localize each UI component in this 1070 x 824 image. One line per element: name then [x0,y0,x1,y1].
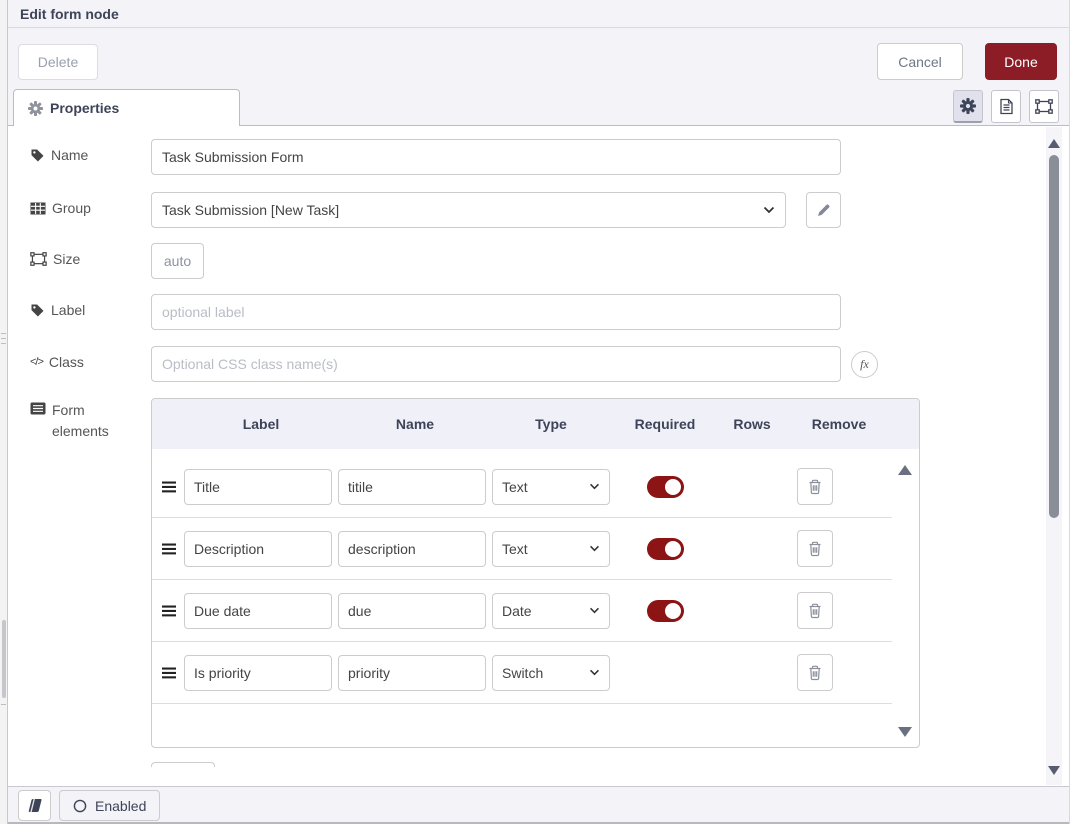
form-elements-table-header: Label Name Type Required Rows Remove [152,399,919,449]
scroll-down-arrow[interactable] [1048,766,1060,775]
drag-handle-icon[interactable] [162,605,184,617]
delete-button[interactable]: Delete [18,44,98,80]
scroll-up-arrow[interactable] [1048,139,1060,148]
object-group-icon [30,252,47,266]
element-name-input[interactable] [338,531,486,567]
trash-icon [808,541,822,557]
tag-icon [30,303,45,318]
remove-element-button[interactable] [797,654,833,691]
trash-icon [808,665,822,681]
form-elements-table: Label Name Type Required Rows Remove Tex… [151,398,920,748]
form-element-row: Switch [152,642,892,704]
drag-handle-icon[interactable] [162,543,184,555]
drag-handle-icon[interactable] [162,667,184,679]
table-icon [30,202,46,215]
column-header-name: Name [338,416,492,432]
workspace-scrollbar-thumb[interactable] [2,620,6,698]
size-auto-button[interactable]: auto [151,243,204,279]
description-tab-button[interactable] [991,90,1021,123]
gear-icon [960,98,976,114]
tab-icon-buttons [953,90,1059,123]
chevron-down-icon [589,669,600,676]
required-toggle[interactable] [647,476,684,498]
tab-properties[interactable]: Properties [13,89,240,126]
class-input[interactable] [151,346,841,382]
column-header-label: Label [184,416,338,432]
form-element-row: Date [152,580,892,642]
gear-icon [28,101,43,116]
edit-form-node-dialog: Edit form node Delete Cancel Done Proper [8,0,1070,824]
element-name-input[interactable] [338,655,486,691]
chevron-down-icon [589,607,600,614]
class-field-label: </> Class [30,354,84,370]
edit-group-button[interactable] [806,192,841,228]
book-icon [27,798,43,813]
table-scroll-up-arrow[interactable] [898,465,912,475]
remove-element-button[interactable] [797,592,833,629]
element-label-input[interactable] [184,469,332,505]
element-type-select[interactable]: Switch [492,655,610,691]
pencil-icon [817,203,831,217]
trash-icon [808,603,822,619]
column-header-type: Type [492,416,610,432]
element-label-input[interactable] [184,531,332,567]
chevron-down-icon [589,483,600,490]
element-type-select[interactable]: Text [492,469,610,505]
add-element-button-clipped[interactable] [151,762,215,767]
size-field-label: Size [30,251,80,267]
element-name-input[interactable] [338,469,486,505]
group-field-label: Group [30,200,91,216]
object-group-icon [1035,99,1053,114]
screen: Edit form node Delete Cancel Done Proper [0,0,1070,824]
group-select[interactable]: Task Submission [New Task] [151,192,786,228]
form-elements-table-body: Text [152,449,919,704]
element-label-input[interactable] [184,655,332,691]
document-icon [999,98,1014,115]
column-header-remove: Remove [784,416,894,432]
dialog-title: Edit form node [8,0,1069,28]
palette-grip-mark [1,704,6,705]
workspace-edge-strip [0,0,8,824]
palette-grip-mark [1,333,6,334]
tag-icon [30,148,45,163]
dialog-footer: Enabled [8,786,1069,824]
remove-element-button[interactable] [797,468,833,505]
form-element-row: Text [152,456,892,518]
required-toggle[interactable] [647,538,684,560]
element-type-select[interactable]: Text [492,531,610,567]
name-field-label: Name [30,147,88,163]
name-input[interactable] [151,139,841,175]
table-scroll-down-arrow[interactable] [898,727,912,737]
enabled-toggle-button[interactable]: Enabled [59,790,160,821]
code-icon: </> [30,356,43,368]
chevron-down-icon [763,206,775,214]
palette-grip-mark [1,343,6,344]
label-input[interactable] [151,294,841,330]
required-toggle[interactable] [647,600,684,622]
form-elements-field-label: Form elements [30,400,130,442]
cancel-button[interactable]: Cancel [877,43,963,80]
done-button[interactable]: Done [985,43,1057,80]
appearance-tab-button[interactable] [1029,90,1059,123]
element-name-input[interactable] [338,593,486,629]
form-element-row: Text [152,518,892,580]
list-alt-icon [30,402,46,415]
drag-handle-icon[interactable] [162,481,184,493]
remove-element-button[interactable] [797,530,833,567]
trash-icon [808,479,822,495]
scrollbar-thumb[interactable] [1049,155,1059,518]
chevron-down-icon [589,545,600,552]
properties-tab-button[interactable] [953,90,983,123]
tab-properties-label: Properties [50,100,119,116]
circle-status-icon [73,799,87,813]
column-header-required: Required [610,416,720,432]
element-label-input[interactable] [184,593,332,629]
label-field-label: Label [30,302,85,318]
expression-fx-button[interactable]: fx [851,351,878,378]
dialog-scrollbar[interactable] [1046,127,1062,785]
library-button[interactable] [18,790,51,821]
element-type-select[interactable]: Date [492,593,610,629]
column-header-rows: Rows [720,416,784,432]
palette-grip-mark [1,338,6,339]
